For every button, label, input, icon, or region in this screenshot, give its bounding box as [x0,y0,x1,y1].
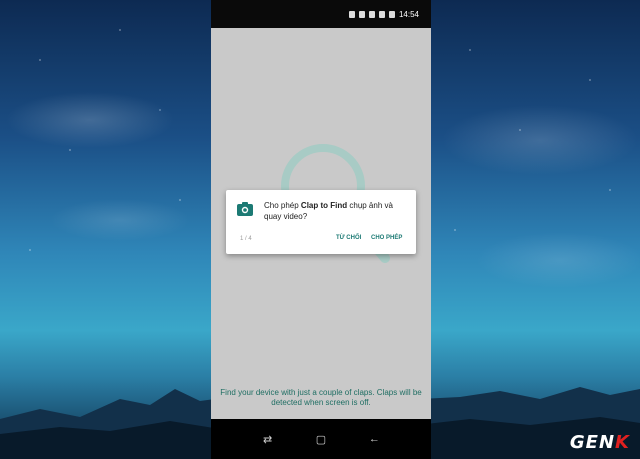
permission-message: Cho phép Clap to Find chụp ảnh và quay v… [264,200,412,222]
permission-dialog: Cho phép Clap to Find chụp ảnh và quay v… [226,190,416,254]
notification-icon [348,10,355,18]
back-button[interactable]: ← [366,433,382,445]
home-button[interactable]: ▢ [313,433,329,446]
genk-logo: GENK [570,432,630,453]
status-time: 14:54 [398,9,419,19]
signal-icon [378,10,385,18]
navigation-bar: ⇄ ▢ ← [211,419,431,459]
message-prefix: Cho phép [264,201,301,210]
alarm-icon [358,10,365,18]
logo-accent: K [615,432,630,453]
allow-button[interactable]: CHO PHÉP [371,235,402,241]
recents-button[interactable]: ⇄ [260,433,276,446]
wifi-icon [368,10,375,18]
permission-counter: 1 / 4 [240,236,252,242]
logo-text: GEN [569,432,616,453]
deny-button[interactable]: TỪ CHỐI [336,235,361,241]
camera-icon [237,202,253,216]
battery-icon [388,10,395,18]
status-bar: 14:54 [211,0,431,28]
app-description: Find your device with just a couple of c… [220,388,422,407]
app-name: Clap to Find [300,201,348,210]
